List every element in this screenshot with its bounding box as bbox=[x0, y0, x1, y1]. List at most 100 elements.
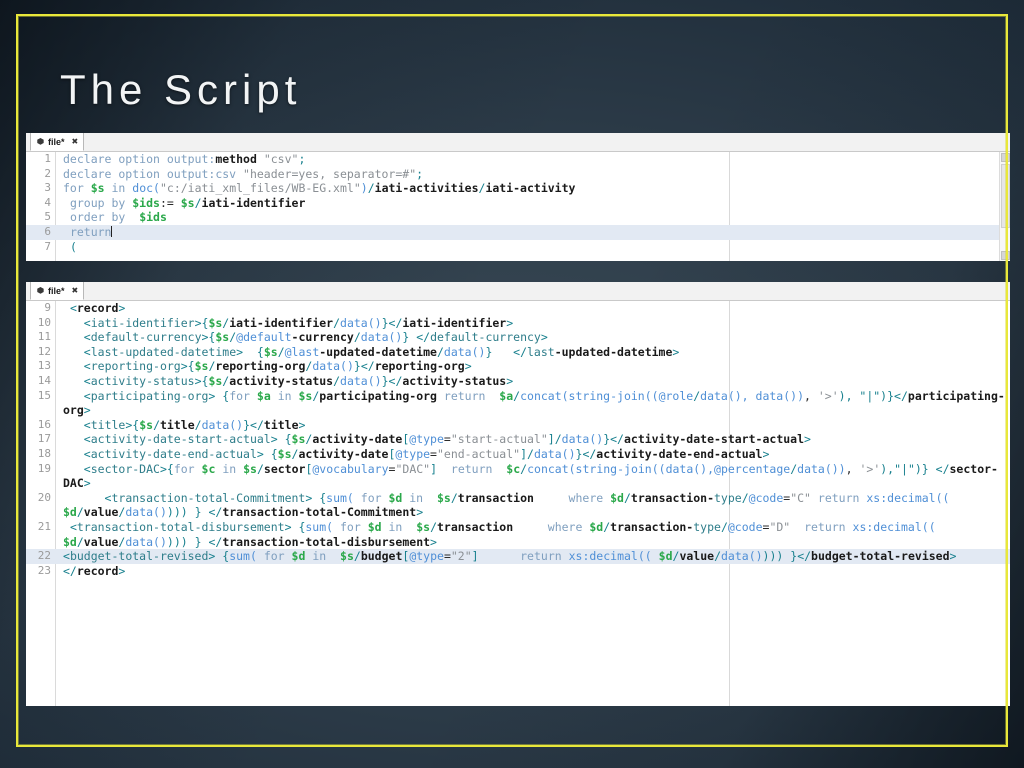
close-icon[interactable]: ✖ bbox=[72, 137, 79, 146]
code-token: / bbox=[153, 417, 160, 432]
code-token: $d bbox=[291, 549, 306, 564]
code-line[interactable]: 4 group by $ids:= $s/iati-identifier bbox=[26, 196, 1010, 211]
code-line[interactable]: 7 ( bbox=[26, 240, 1010, 255]
code-line[interactable]: 19 <sector-DAC>{for $c in $s/sector[@voc… bbox=[26, 462, 1010, 491]
code-token: reporting-org bbox=[374, 359, 465, 374]
code-token: / bbox=[256, 461, 264, 476]
code-token: transaction-total-Commitment bbox=[111, 490, 306, 505]
code-token: for bbox=[353, 490, 389, 505]
code-token: $s bbox=[436, 490, 451, 505]
code-token: </ bbox=[63, 563, 77, 578]
code-text: </record> bbox=[56, 564, 1010, 579]
code-line[interactable]: 9 <record> bbox=[26, 301, 1010, 316]
code-token: budget-total-revised bbox=[811, 549, 950, 564]
line-number: 13 bbox=[37, 359, 51, 373]
code-token: ; bbox=[298, 152, 306, 166]
code-token: return bbox=[63, 224, 112, 239]
code-token: budget-total-revised bbox=[69, 549, 209, 564]
editor-lines-bottom[interactable]: 9 <record> 10 <iati-identifier>{$s/iati-i… bbox=[26, 301, 1010, 578]
code-token: concat(string-join(( bbox=[520, 388, 659, 403]
page-title: The Script bbox=[60, 66, 302, 113]
code-line[interactable]: 3 for $s in doc("c:/iati_xml_files/WB-EG.… bbox=[26, 181, 1010, 196]
code-token: in bbox=[305, 549, 334, 564]
code-token: "DAC" bbox=[395, 461, 431, 476]
code-token: in bbox=[104, 181, 133, 196]
code-token: > bbox=[540, 330, 548, 345]
code-line[interactable]: 2 declare option output:csv "header=yes, … bbox=[26, 167, 1010, 182]
code-token: in bbox=[270, 388, 299, 403]
code-token: $d bbox=[63, 534, 77, 549]
code-token: } bbox=[353, 359, 361, 374]
code-token: > bbox=[672, 344, 680, 359]
code-token: > bbox=[949, 549, 957, 564]
code-token: </ bbox=[360, 359, 375, 374]
code-line[interactable]: 16 <title>{$s/title/data()}</title> bbox=[26, 418, 1010, 433]
code-token: > bbox=[118, 563, 126, 578]
code-line[interactable]: 20 <transaction-total-Commitment> {sum( … bbox=[26, 491, 1010, 520]
code-line[interactable]: 14 <activity-status>{$s/activity-status/… bbox=[26, 374, 1010, 389]
code-token: > bbox=[416, 505, 424, 520]
code-line[interactable]: 13 <reporting-org>{$s/reporting-org/data… bbox=[26, 359, 1010, 374]
code-token: for bbox=[63, 181, 91, 196]
code-token: > bbox=[298, 417, 306, 432]
code-editor-top[interactable]: ⬢ file* ✖ 1 declare option output:method … bbox=[26, 133, 1010, 261]
editor-lines-top[interactable]: 1 declare option output:method "csv"; 2 dec… bbox=[26, 152, 1010, 254]
code-editor-bottom[interactable]: ⬢ file* ✖ 9 <record> 10 <iati-identifier>… bbox=[26, 282, 1010, 706]
scroll-down-arrow[interactable] bbox=[1001, 251, 1010, 260]
code-token: -updated-datetime bbox=[319, 344, 437, 359]
code-line[interactable]: 6 return bbox=[26, 224, 1010, 240]
editor-tab-file-top[interactable]: ⬢ file* ✖ bbox=[30, 133, 85, 151]
code-token: $s bbox=[180, 195, 195, 210]
scrollbar-thumb[interactable] bbox=[1001, 164, 1010, 228]
code-token: > bbox=[506, 373, 514, 388]
code-text: <iati-identifier>{$s/iati-identifier/dat… bbox=[56, 316, 1010, 331]
code-line[interactable]: 11 <default-currency>{$s/@default-curren… bbox=[26, 330, 1010, 345]
code-line[interactable]: 10 <iati-identifier>{$s/iati-identifier/… bbox=[26, 316, 1010, 331]
code-token: order by bbox=[63, 210, 140, 225]
code-token: activity-status bbox=[90, 373, 195, 388]
editor-tab-label: file* bbox=[47, 285, 65, 296]
code-token: $s bbox=[90, 181, 105, 196]
code-token: sum( bbox=[229, 549, 257, 564]
code-token: activity-date bbox=[312, 432, 403, 447]
editor-code-area-bottom[interactable]: 9 <record> 10 <iati-identifier>{$s/iati-i… bbox=[26, 301, 1010, 706]
close-icon[interactable]: ✖ bbox=[72, 286, 79, 295]
code-line[interactable]: 1 declare option output:method "csv"; bbox=[26, 152, 1010, 167]
code-line[interactable]: 15 <participating-org> {for $a in $s/par… bbox=[26, 389, 1010, 418]
code-token: $s bbox=[340, 549, 354, 564]
code-token: > bbox=[506, 315, 514, 330]
code-token: $d bbox=[610, 490, 624, 505]
code-token: @type bbox=[409, 432, 444, 447]
scroll-up-arrow[interactable] bbox=[1001, 153, 1010, 162]
editor-tab-file-bottom[interactable]: ⬢ file* ✖ bbox=[30, 282, 85, 300]
code-text: <sector-DAC>{for $c in $s/sector[@vocabu… bbox=[56, 462, 1010, 491]
line-number: 2 bbox=[44, 166, 51, 180]
code-token: </ bbox=[513, 344, 527, 359]
code-text: <activity-status>{$s/activity-status/dat… bbox=[56, 374, 1010, 389]
code-token: / bbox=[194, 195, 202, 210]
code-token: sector bbox=[263, 461, 306, 476]
code-line[interactable]: 12 <last-updated-datetime> {$s/@last-upd… bbox=[26, 345, 1010, 360]
code-token: / bbox=[333, 373, 341, 388]
code-line[interactable]: 22 <budget-total-revised> {sum( for $d in… bbox=[26, 549, 1010, 564]
code-line[interactable]: 5 order by $ids bbox=[26, 210, 1010, 225]
vertical-scrollbar-top[interactable] bbox=[999, 152, 1010, 261]
code-text: <budget-total-revised> {sum( for $d in $… bbox=[56, 549, 1010, 564]
code-token: reporting-org bbox=[215, 359, 306, 374]
line-number: 16 bbox=[37, 417, 51, 431]
code-line[interactable]: 18 <activity-date-end-actual> {$s/activi… bbox=[26, 447, 1010, 462]
code-token: / bbox=[333, 315, 341, 330]
code-text: order by $ids bbox=[56, 210, 1010, 225]
code-token: reporting-org bbox=[90, 359, 181, 374]
code-token: > { bbox=[236, 344, 264, 359]
code-line[interactable]: 23 </record> bbox=[26, 564, 1010, 579]
code-line[interactable]: 17 <activity-date-start-actual> {$s/acti… bbox=[26, 432, 1010, 447]
code-line[interactable]: 21 <transaction-total-disbursement> {sum… bbox=[26, 520, 1010, 549]
code-token: transaction bbox=[457, 490, 534, 505]
editor-code-area-top[interactable]: 1 declare option output:method "csv"; 2 dec… bbox=[26, 152, 1010, 261]
code-token: data(), bbox=[700, 388, 756, 403]
code-token: > bbox=[430, 534, 437, 549]
code-token: return bbox=[810, 490, 867, 505]
code-token: > bbox=[83, 403, 91, 418]
